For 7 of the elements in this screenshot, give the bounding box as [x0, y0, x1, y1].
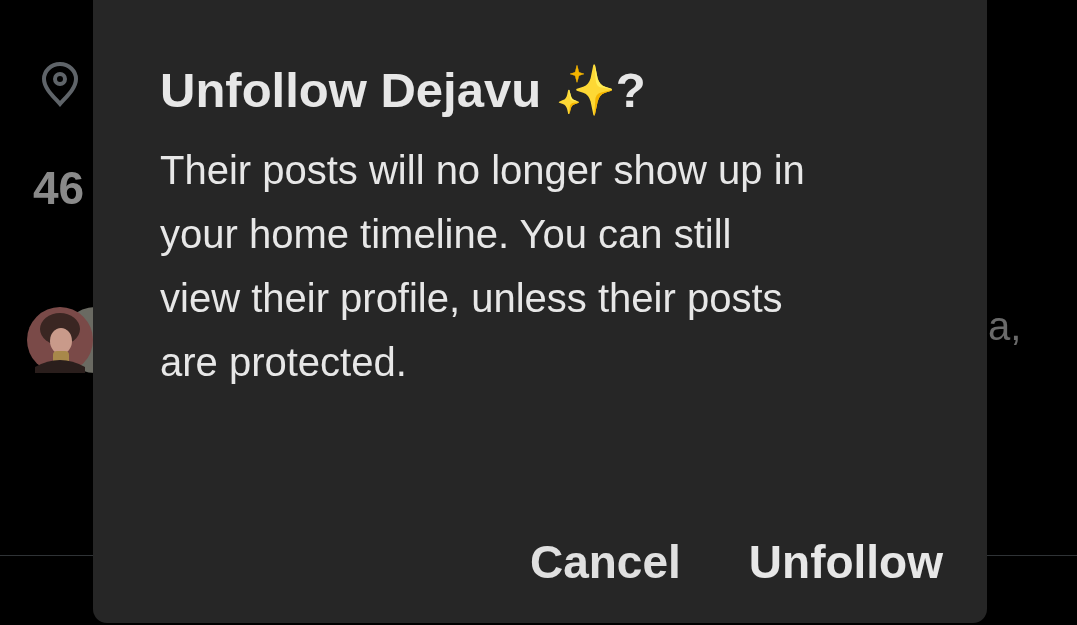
location-pin-icon [40, 61, 80, 107]
stat-count: 46 [33, 165, 85, 211]
dialog-message: Their posts will no longer show up in your home timeline. You can still view their profile, unless their posts are protected. [160, 147, 806, 386]
unfollow-button[interactable]: Unfollow [748, 539, 943, 585]
cancel-button[interactable]: Cancel [529, 539, 681, 585]
text-fragment: a, [988, 303, 1022, 350]
dialog-title: Unfollow Dejavu ✨? [160, 62, 646, 119]
